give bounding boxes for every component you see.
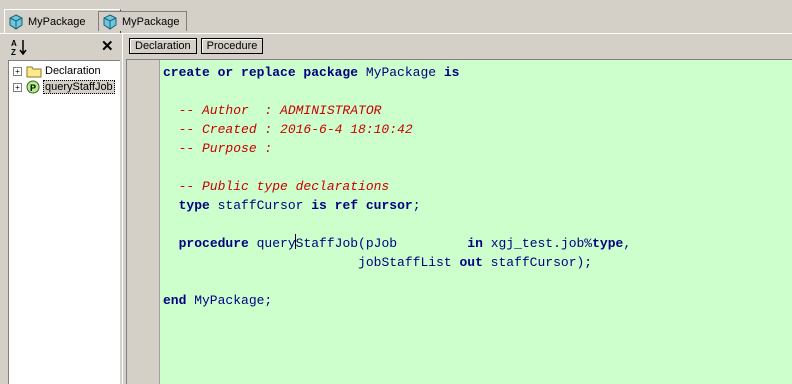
identifier: StaffJob( bbox=[295, 236, 366, 251]
keyword: end bbox=[163, 293, 187, 308]
keyword: type bbox=[178, 198, 210, 213]
package-icon bbox=[9, 14, 23, 30]
sort-az-icon: A Z bbox=[11, 39, 27, 57]
tab-label: MyPackage bbox=[122, 15, 180, 28]
editor-panel: Declaration Procedure create or replace … bbox=[122, 34, 792, 384]
keyword: procedure bbox=[178, 236, 249, 251]
tree-item-label: Declaration bbox=[45, 65, 101, 77]
code-editor[interactable]: create or replace package MyPackage is -… bbox=[126, 59, 792, 384]
tree-item-declaration[interactable]: + Declaration bbox=[13, 63, 101, 79]
structure-toolbar: A Z ✕ bbox=[0, 34, 122, 58]
declaration-button[interactable]: Declaration bbox=[129, 38, 197, 54]
keyword: in bbox=[467, 236, 483, 251]
package-icon bbox=[103, 13, 117, 30]
expand-icon[interactable]: + bbox=[13, 66, 22, 76]
identifier: staffCursor bbox=[209, 198, 312, 213]
keyword: out bbox=[459, 255, 483, 270]
punctuation: ; bbox=[412, 198, 421, 213]
identifier: MyPackage bbox=[358, 65, 444, 80]
punctuation: , bbox=[623, 236, 632, 251]
comment-purpose: -- Purpose : bbox=[163, 141, 273, 156]
identifier: staffCursor); bbox=[482, 255, 593, 270]
tree-item-label: queryStaffJob bbox=[43, 80, 115, 94]
editor-gutter bbox=[127, 60, 160, 384]
sort-alphabetical-button[interactable]: A Z bbox=[10, 38, 32, 57]
code-line-1: create or replace package MyPackage is bbox=[163, 65, 459, 80]
svg-text:Z: Z bbox=[11, 48, 16, 56]
object-tree: + Declaration + P queryStaffJob bbox=[8, 60, 120, 384]
expand-icon[interactable]: + bbox=[13, 82, 22, 92]
tab-label: MyPackage bbox=[28, 16, 86, 28]
svg-text:A: A bbox=[11, 39, 17, 48]
keyword: create or replace package bbox=[163, 65, 359, 80]
tab-mypackage[interactable]: MyPackage bbox=[98, 11, 187, 31]
comment-author: -- Author : ADMINISTRATOR bbox=[163, 103, 382, 118]
identifier: MyPackage; bbox=[186, 293, 273, 308]
identifier: xgj_test.job% bbox=[482, 236, 593, 251]
keyword: ref cursor bbox=[326, 198, 413, 213]
code-text[interactable]: create or replace package MyPackage is -… bbox=[163, 63, 631, 310]
document-tab-strip: MyPackage MyPackage bbox=[0, 0, 792, 34]
close-icon[interactable]: ✕ bbox=[101, 37, 114, 55]
svg-text:P: P bbox=[30, 83, 36, 93]
keyword: is bbox=[311, 198, 327, 213]
structure-panel: A Z ✕ + Declaration + P queryStaffJob bbox=[0, 34, 122, 384]
keyword: is bbox=[443, 65, 460, 80]
tree-item-querystaffjob[interactable]: + P queryStaffJob bbox=[13, 79, 115, 95]
identifier: jobStaffList bbox=[358, 255, 460, 270]
comment-public: -- Public type declarations bbox=[163, 179, 390, 194]
folder-icon bbox=[26, 66, 42, 77]
identifier: query bbox=[248, 236, 296, 251]
keyword: type bbox=[592, 236, 624, 251]
procedure-button[interactable]: Procedure bbox=[200, 38, 264, 54]
section-buttons: Declaration Procedure bbox=[129, 38, 264, 56]
procedure-icon: P bbox=[26, 80, 40, 94]
identifier: pJob bbox=[365, 236, 468, 251]
comment-created: -- Created : 2016-6-4 18:10:42 bbox=[163, 122, 413, 137]
